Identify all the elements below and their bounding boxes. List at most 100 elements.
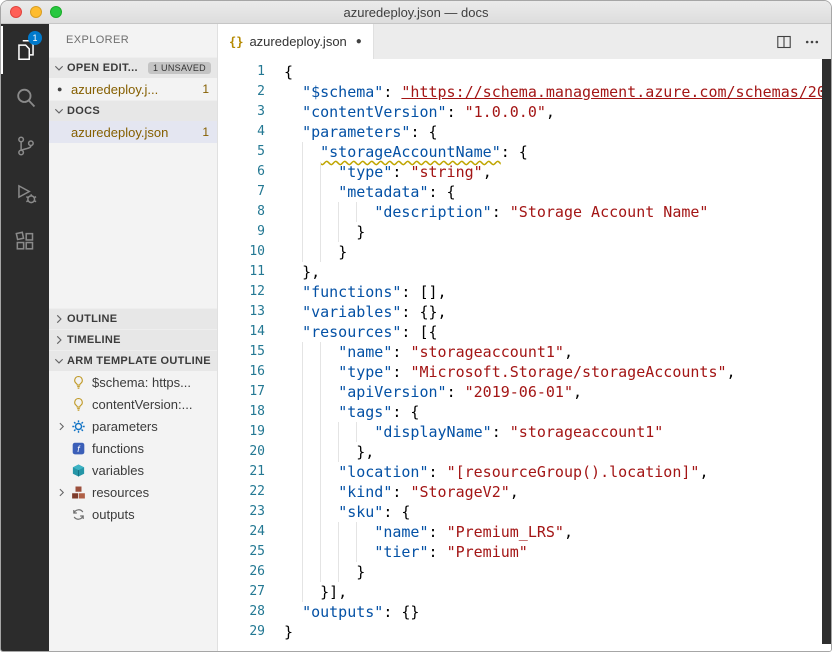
line-number[interactable]: 2 [218,82,265,102]
code-line[interactable]: 27 }], [218,582,831,602]
line-number[interactable]: 7 [218,182,265,202]
arm-outline-item-schema-https[interactable]: $schema: https... [49,371,217,393]
line-number[interactable]: 23 [218,502,265,522]
line-number[interactable]: 18 [218,402,265,422]
code-line[interactable]: 7 "metadata": { [218,182,831,202]
line-number[interactable]: 3 [218,102,265,122]
code-line[interactable]: 19 "displayName": "storageaccount1" [218,422,831,442]
arm-outline-item-contentversion[interactable]: contentVersion:... [49,393,217,415]
line-number[interactable]: 6 [218,162,265,182]
line-number[interactable]: 17 [218,382,265,402]
code-line[interactable]: 11 }, [218,262,831,282]
line-number[interactable]: 20 [218,442,265,462]
code-line[interactable]: 22 "kind": "StorageV2", [218,482,831,502]
arm-outline-item-functions[interactable]: ffunctions [49,437,217,459]
line-number[interactable]: 27 [218,582,265,602]
indent-guide [302,442,303,462]
code-line[interactable]: 5 "storageAccountName": { [218,142,831,162]
line-number[interactable]: 26 [218,562,265,582]
code-line[interactable]: 23 "sku": { [218,502,831,522]
tab-azuredeploy-json[interactable]: {} azuredeploy.json ● [218,24,374,59]
close-window-button[interactable] [10,6,22,18]
arm-template-outline-header[interactable]: ARM TEMPLATE OUTLINE [49,350,217,371]
arm-outline-item-resources[interactable]: resources [49,481,217,503]
code-line[interactable]: 3 "contentVersion": "1.0.0.0", [218,102,831,122]
line-number[interactable]: 24 [218,522,265,542]
line-number[interactable]: 29 [218,622,265,642]
arm-outline-item-outputs[interactable]: outputs [49,503,217,525]
line-number[interactable]: 9 [218,222,265,242]
line-number[interactable]: 8 [218,202,265,222]
code-line[interactable]: 18 "tags": { [218,402,831,422]
code-line[interactable]: 21 "location": "[resourceGroup().locatio… [218,462,831,482]
code-line[interactable]: 20 }, [218,442,831,462]
file-item-azuredeploy-json[interactable]: azuredeploy.json 1 [49,121,217,143]
line-number[interactable]: 12 [218,282,265,302]
line-number[interactable]: 11 [218,262,265,282]
code-editor[interactable]: 1{2 "$schema": "https://schema.managemen… [218,59,831,651]
search-icon [13,85,39,111]
code-line[interactable]: 28 "outputs": {} [218,602,831,622]
code-line[interactable]: 6 "type": "string", [218,162,831,182]
code-line[interactable]: 26 } [218,562,831,582]
arm-outline-item-parameters[interactable]: parameters [49,415,217,437]
code-line-content: }], [284,582,347,602]
editor-group: {} azuredeploy.json ● 1{2 "$schema": "ht… [218,24,831,651]
code-line[interactable]: 13 "variables": {}, [218,302,831,322]
timeline-section-header[interactable]: TIMELINE [49,329,217,350]
zoom-window-button[interactable] [50,6,62,18]
code-line[interactable]: 8 "description": "Storage Account Name" [218,202,831,222]
split-editor-button[interactable] [776,34,792,50]
open-editors-header[interactable]: OPEN EDIT... 1 UNSAVED [49,57,217,78]
line-number[interactable]: 16 [218,362,265,382]
line-number[interactable]: 19 [218,422,265,442]
editor-scrollbar[interactable] [822,59,831,644]
code-line[interactable]: 1{ [218,62,831,82]
indent-guide [356,422,357,442]
code-line[interactable]: 15 "name": "storageaccount1", [218,342,831,362]
line-number[interactable]: 13 [218,302,265,322]
arm-outline-item-variables[interactable]: variables [49,459,217,481]
code-line[interactable]: 10 } [218,242,831,262]
line-number[interactable]: 22 [218,482,265,502]
activity-item-explorer[interactable]: 1 [1,26,49,74]
code-line[interactable]: 17 "apiVersion": "2019-06-01", [218,382,831,402]
indent-guide [338,202,339,222]
code-line[interactable]: 24 "name": "Premium_LRS", [218,522,831,542]
vscode-window: azuredeploy.json — docs 1 EXPLORER OPEN … [0,0,832,652]
indent-guide [302,182,303,202]
outline-section-header[interactable]: OUTLINE [49,308,217,329]
line-number[interactable]: 4 [218,122,265,142]
more-actions-button[interactable] [804,34,820,50]
docs-folder-header[interactable]: DOCS [49,100,217,121]
indent-guide [320,362,321,382]
line-number[interactable]: 5 [218,142,265,162]
activity-item-search[interactable] [1,74,49,122]
code-line[interactable]: 9 } [218,222,831,242]
activity-item-extensions[interactable] [1,218,49,266]
code-line[interactable]: 2 "$schema": "https://schema.management.… [218,82,831,102]
code-line[interactable]: 25 "tier": "Premium" [218,542,831,562]
tree-item-label: contentVersion:... [87,397,192,412]
code-line[interactable]: 16 "type": "Microsoft.Storage/storageAcc… [218,362,831,382]
indent-guide [320,162,321,182]
tree-item-label: functions [87,441,144,456]
code-line-content: "variables": {}, [284,302,447,322]
code-line[interactable]: 4 "parameters": { [218,122,831,142]
activity-item-source-control[interactable] [1,122,49,170]
minimize-window-button[interactable] [30,6,42,18]
line-number[interactable]: 25 [218,542,265,562]
activity-item-run-and-debug[interactable] [1,170,49,218]
line-number[interactable]: 28 [218,602,265,622]
line-number[interactable]: 15 [218,342,265,362]
workbench: 1 EXPLORER OPEN EDIT... 1 UNSAVED ● azur… [1,24,831,651]
code-line[interactable]: 12 "functions": [], [218,282,831,302]
code-line[interactable]: 14 "resources": [{ [218,322,831,342]
line-number[interactable]: 1 [218,62,265,82]
code-line[interactable]: 29} [218,622,831,642]
line-number[interactable]: 10 [218,242,265,262]
open-editor-item-azuredeploy[interactable]: ● azuredeploy.j... 1 [49,78,217,100]
open-editors-label: OPEN EDIT... [67,62,144,74]
line-number[interactable]: 14 [218,322,265,342]
line-number[interactable]: 21 [218,462,265,482]
